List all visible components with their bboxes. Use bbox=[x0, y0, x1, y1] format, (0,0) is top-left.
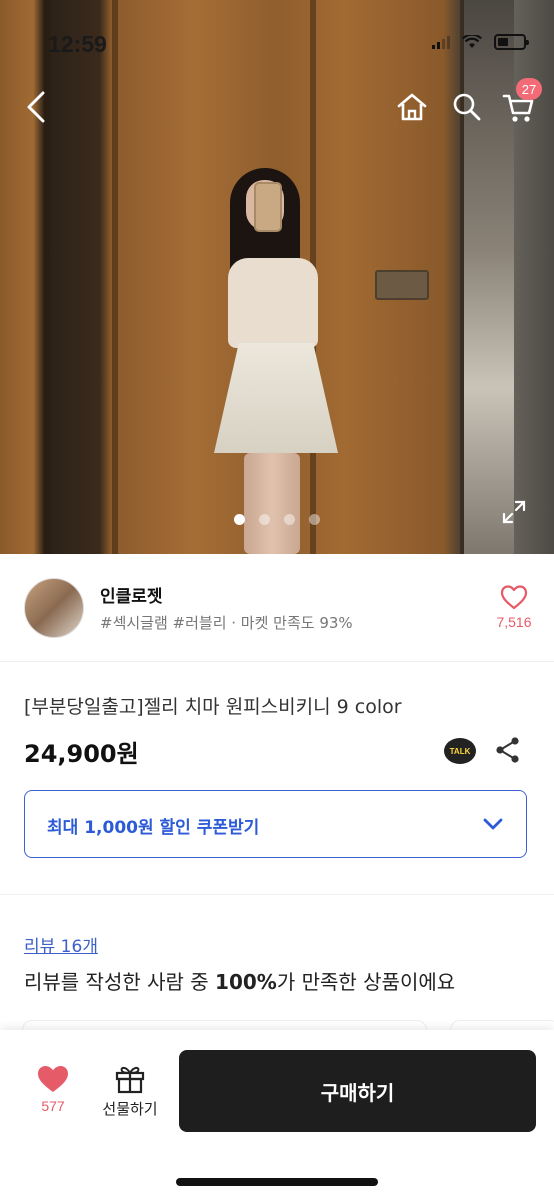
background-room bbox=[464, 0, 514, 554]
swim-dress bbox=[214, 343, 338, 453]
kakaotalk-icon[interactable]: TALK bbox=[444, 738, 476, 764]
review-summary-suffix: 가 만족한 상품이에요 bbox=[276, 970, 456, 994]
chevron-down-icon bbox=[483, 818, 503, 830]
share-button[interactable] bbox=[494, 736, 522, 768]
review-summary: 리뷰를 작성한 사람 중 100%가 만족한 상품이에요 bbox=[24, 966, 455, 995]
image-pagination bbox=[0, 514, 554, 525]
home-indicator bbox=[176, 1178, 378, 1186]
seller-like-button[interactable]: 7,516 bbox=[492, 584, 536, 630]
pagination-dot[interactable] bbox=[234, 514, 245, 525]
product-title: [부분당일출고]젤리 치마 원피스비키니 9 color bbox=[24, 696, 402, 718]
seller-avatar[interactable] bbox=[24, 578, 84, 638]
wall-panel-line bbox=[112, 0, 118, 554]
wishlist-button[interactable]: 577 bbox=[30, 1064, 76, 1114]
pagination-dot[interactable] bbox=[259, 514, 270, 525]
heart-outline-icon bbox=[500, 585, 528, 610]
pagination-dot[interactable] bbox=[309, 514, 320, 525]
model-torso bbox=[228, 258, 318, 348]
seller-row[interactable]: 인클로젯 #섹시글램 #러블리 · 마켓 만족도 93% 7,516 bbox=[0, 554, 554, 662]
cart-button[interactable]: 27 bbox=[500, 78, 542, 126]
home-button[interactable] bbox=[394, 90, 430, 124]
search-button[interactable] bbox=[450, 90, 484, 124]
coupon-download-button[interactable]: 최대 1,000원 할인 쿠폰받기 bbox=[24, 790, 527, 858]
chevron-left-icon bbox=[27, 91, 45, 123]
model-figure bbox=[210, 168, 340, 554]
seller-name[interactable]: 인클로젯 bbox=[100, 582, 163, 607]
buy-button[interactable]: 구매하기 bbox=[179, 1050, 536, 1132]
share-icon bbox=[496, 737, 519, 763]
gift-icon bbox=[115, 1066, 145, 1094]
bottom-action-bar: 577 선물하기 구매하기 bbox=[0, 1030, 554, 1200]
status-time: 12:59 bbox=[48, 31, 107, 57]
pagination-dot[interactable] bbox=[284, 514, 295, 525]
phone-in-hand bbox=[254, 182, 282, 232]
search-icon bbox=[453, 93, 481, 121]
product-hero-image[interactable]: 12:59 27 bbox=[0, 0, 554, 554]
cart-count-badge: 27 bbox=[516, 78, 542, 100]
review-count-link[interactable]: 리뷰 16개 bbox=[24, 932, 98, 957]
wall-panel-line bbox=[44, 0, 50, 554]
gift-label: 선물하기 bbox=[102, 1100, 158, 1118]
status-icons bbox=[432, 34, 529, 50]
review-summary-percent: 100% bbox=[215, 970, 277, 994]
seller-like-count: 7,516 bbox=[496, 614, 532, 630]
cellular-signal-icon bbox=[432, 35, 450, 49]
wishlist-count: 577 bbox=[41, 1098, 65, 1114]
battery-icon bbox=[494, 34, 529, 50]
section-divider bbox=[0, 894, 554, 895]
review-summary-prefix: 리뷰를 작성한 사람 중 bbox=[24, 970, 216, 994]
seller-tags: #섹시글램 #러블리 · 마켓 만족도 93% bbox=[100, 614, 353, 632]
light-switch bbox=[375, 270, 429, 300]
coupon-label: 최대 1,000원 할인 쿠폰받기 bbox=[47, 818, 260, 838]
back-button[interactable] bbox=[22, 90, 50, 124]
product-price: 24,900원 bbox=[24, 740, 139, 768]
model-legs bbox=[244, 453, 300, 554]
home-icon bbox=[397, 93, 427, 121]
wifi-icon bbox=[462, 35, 482, 48]
heart-filled-icon bbox=[38, 1066, 68, 1092]
gift-button[interactable]: 선물하기 bbox=[98, 1064, 162, 1119]
